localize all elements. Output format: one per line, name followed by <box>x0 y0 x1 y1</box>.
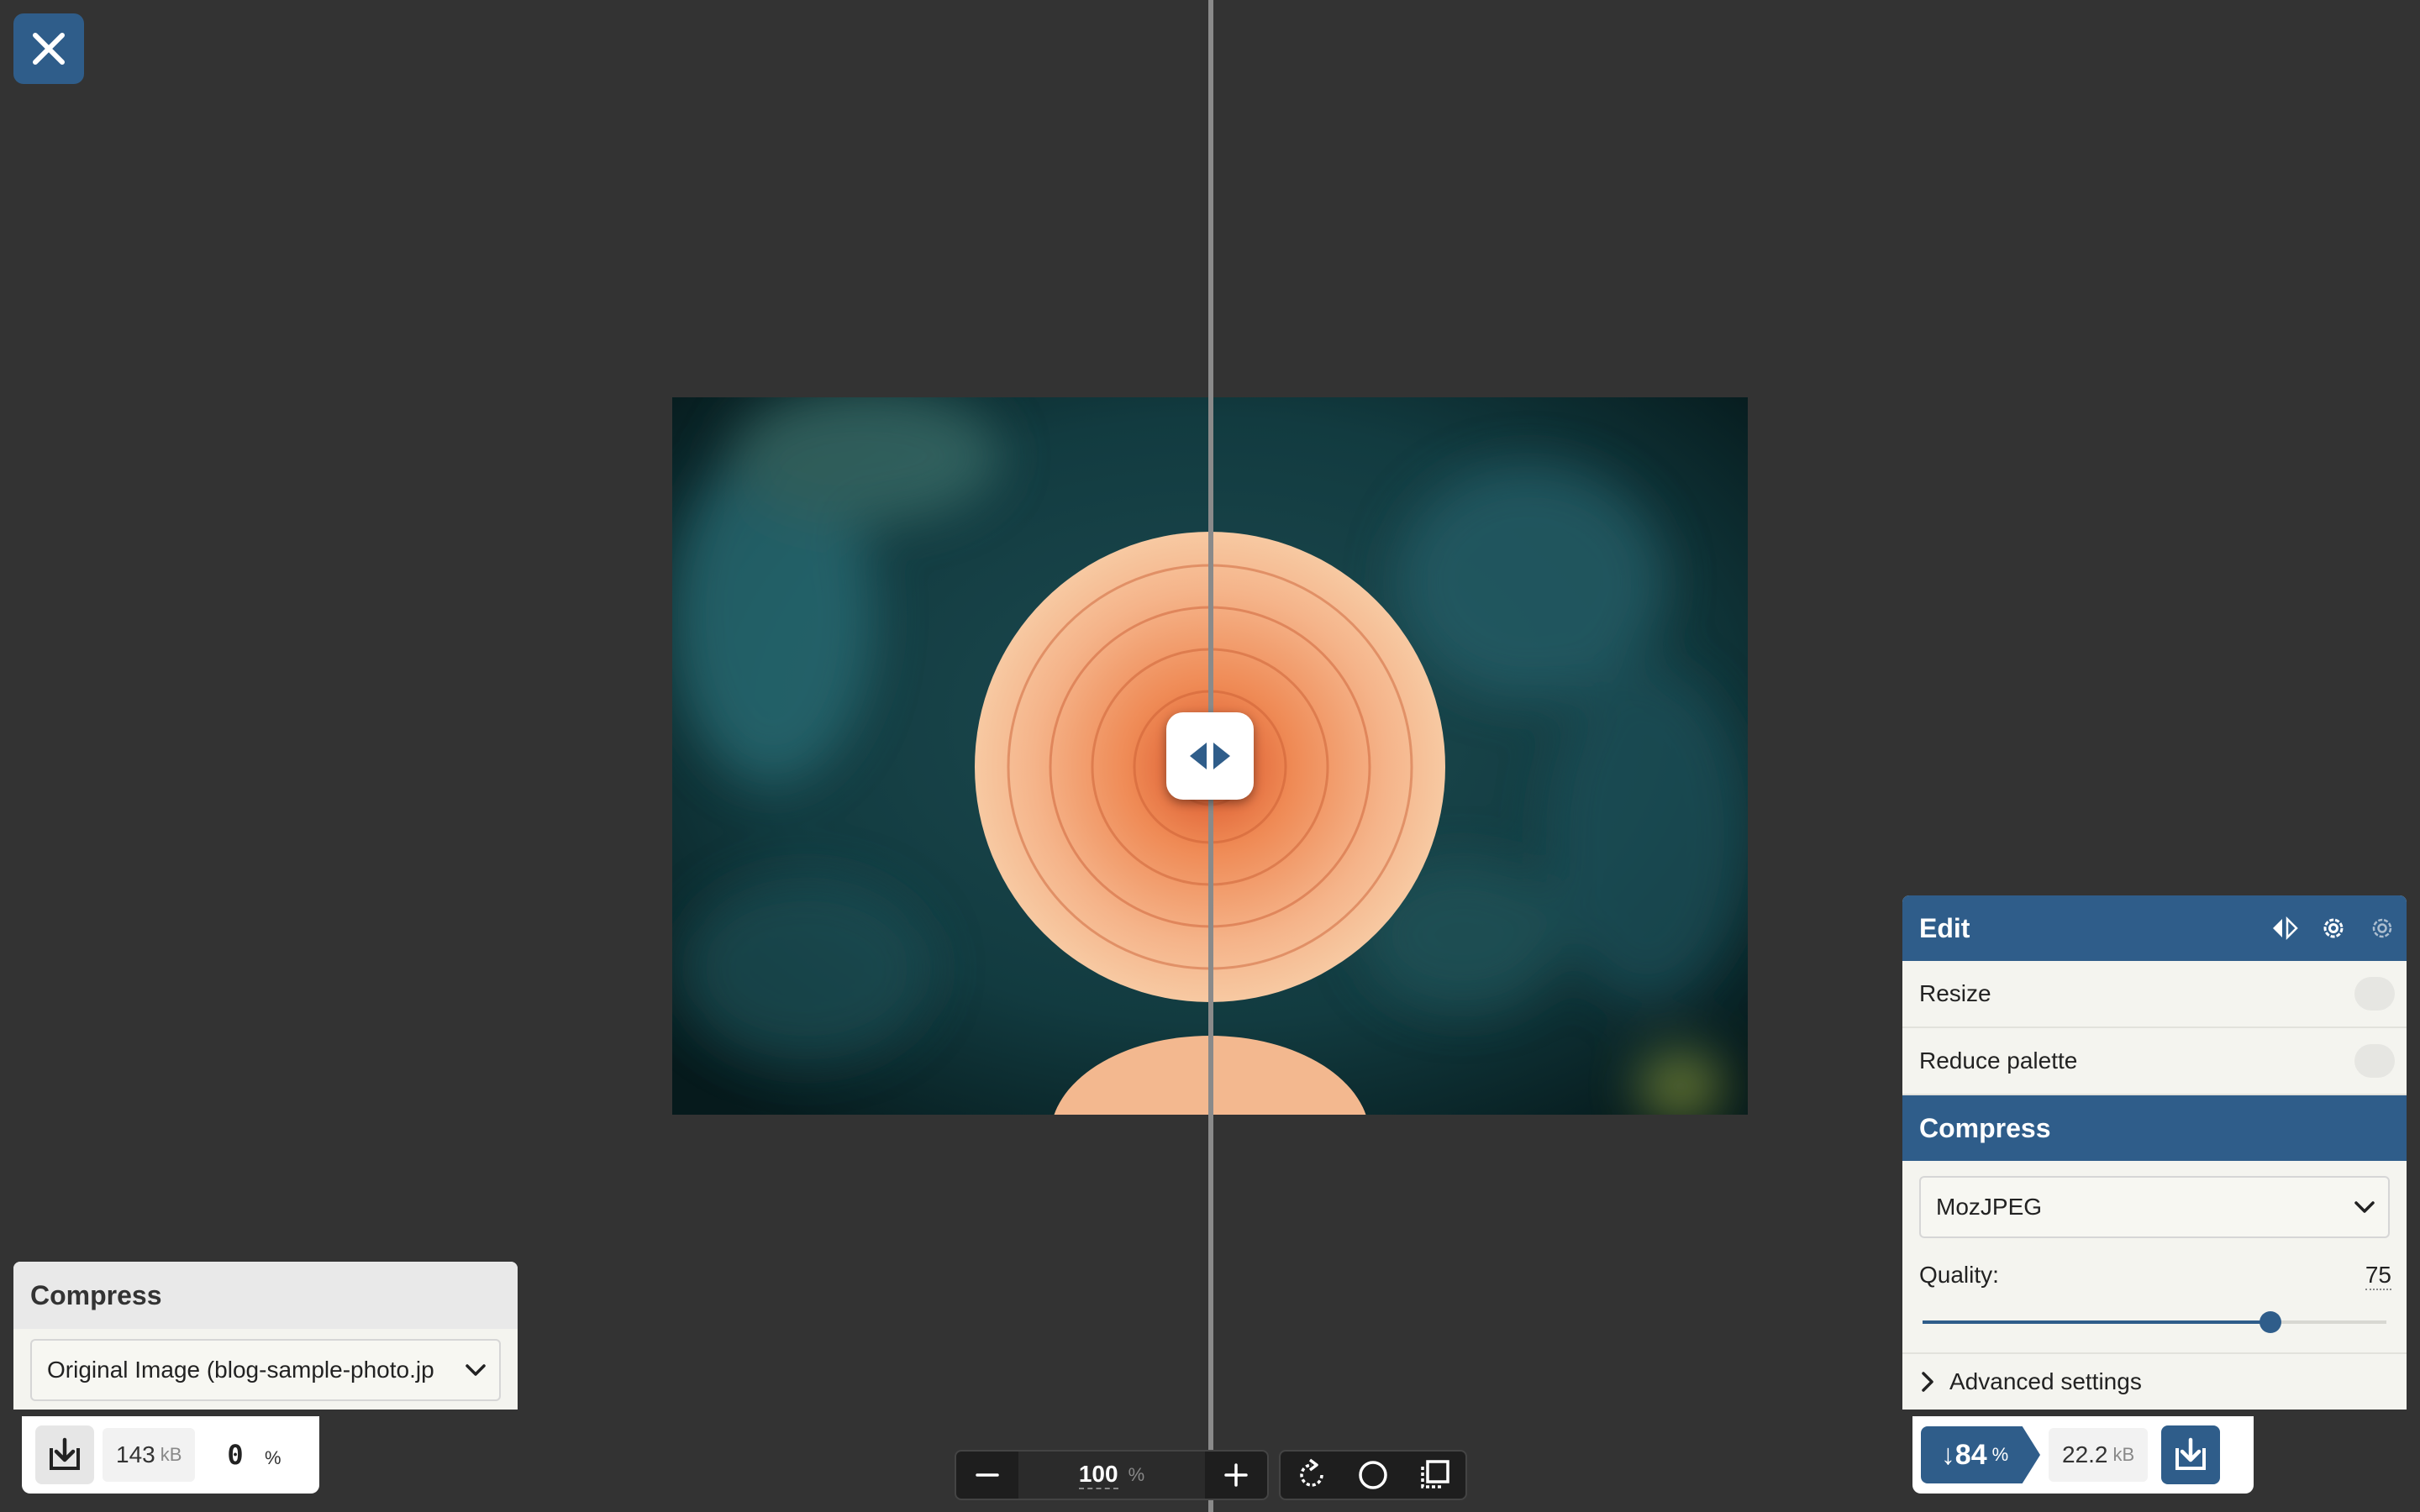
quality-slider-fill <box>1923 1320 2270 1324</box>
percent-unit: % <box>264 1447 281 1468</box>
close-icon <box>33 33 65 65</box>
gear-icon <box>2323 918 2344 938</box>
resize-toggle[interactable] <box>2354 977 2395 1011</box>
size-unit: kB <box>2112 1444 2135 1465</box>
crop-icon <box>1421 1460 1450 1488</box>
edit-header: Edit <box>1902 895 2407 961</box>
encoder-value: MozJPEG <box>1936 1194 2043 1220</box>
compressed-size: 22.2 kB <box>2049 1428 2149 1482</box>
edit-title: Edit <box>1919 912 1970 943</box>
resize-row[interactable]: Resize <box>1902 961 2407 1028</box>
zoom-controls: 100 % <box>955 1450 1269 1500</box>
background-toggle-button[interactable] <box>1348 1452 1398 1499</box>
original-size: 143 kB <box>103 1428 196 1482</box>
save-settings-button[interactable] <box>2309 915 2358 942</box>
zoom-level[interactable]: 100 % <box>1018 1452 1205 1499</box>
original-results: 143 kB 0 % <box>22 1416 319 1494</box>
rotate-button[interactable] <box>1286 1452 1337 1499</box>
quality-slider-thumb[interactable] <box>2260 1311 2281 1333</box>
zoom-out-button[interactable] <box>956 1452 1018 1499</box>
percent-value: 0 <box>227 1439 244 1471</box>
chevron-right-icon <box>1922 1372 1933 1392</box>
reduce-palette-label: Reduce palette <box>1919 1047 2078 1074</box>
copy-settings-button[interactable] <box>2260 916 2309 940</box>
select-value: Original Image (blog-sample-photo.jp <box>47 1357 434 1383</box>
encoder-select[interactable]: MozJPEG <box>1919 1176 2390 1238</box>
quality-value[interactable]: 75 <box>2365 1262 2391 1290</box>
import-settings-button[interactable] <box>2358 915 2407 942</box>
reduce-palette-toggle[interactable] <box>2354 1044 2395 1078</box>
size-value: 143 <box>116 1441 155 1467</box>
resize-label: Resize <box>1919 980 1991 1006</box>
download-compressed-button[interactable] <box>2161 1425 2221 1484</box>
compressed-options-panel: Edit Resize Reduce palette Compress MozJ… <box>1902 895 2407 1410</box>
savings-badge: ↓84 % <box>1921 1426 2040 1483</box>
advanced-settings-toggle[interactable]: Advanced settings <box>1902 1352 2407 1410</box>
chevron-down-icon <box>466 1364 486 1376</box>
chevron-down-icon <box>2354 1201 2375 1213</box>
quality-label: Quality: <box>1919 1262 1999 1288</box>
size-value: 22.2 <box>2062 1441 2108 1467</box>
compress-title: Compress <box>1919 1112 2051 1143</box>
zoom-unit: % <box>1128 1464 1145 1485</box>
original-percent: 0 % <box>227 1439 281 1471</box>
download-icon <box>2175 1437 2207 1470</box>
view-tools <box>1279 1450 1467 1500</box>
split-view-icon <box>2273 916 2298 940</box>
plus-icon <box>1224 1463 1248 1487</box>
compress-header: Compress <box>1902 1095 2407 1161</box>
comparison-handle[interactable] <box>1166 712 1254 800</box>
rotate-icon <box>1299 1458 1323 1487</box>
compressed-results: ↓84 % 22.2 kB <box>1912 1416 2254 1494</box>
crop-button[interactable] <box>1409 1452 1460 1499</box>
original-image-select[interactable]: Original Image (blog-sample-photo.jp <box>30 1339 501 1401</box>
minus-icon <box>976 1473 999 1477</box>
split-handle-icon <box>1190 743 1230 769</box>
savings-unit: % <box>1991 1444 2009 1465</box>
zoom-in-button[interactable] <box>1205 1452 1267 1499</box>
download-original-button[interactable] <box>35 1425 94 1484</box>
circle-icon <box>1359 1461 1387 1489</box>
close-button[interactable] <box>13 13 84 84</box>
original-options-panel: Compress Original Image (blog-sample-pho… <box>13 1262 518 1410</box>
savings-value: ↓84 <box>1940 1438 1987 1471</box>
panel-title: Compress <box>13 1262 518 1329</box>
quality-slider[interactable] <box>1923 1311 2386 1333</box>
zoom-value: 100 <box>1078 1461 1118 1489</box>
size-unit: kB <box>160 1444 182 1465</box>
quality-row: Quality: 75 <box>1919 1262 2391 1290</box>
gear-icon <box>2372 918 2392 938</box>
download-icon <box>50 1437 80 1470</box>
reduce-palette-row[interactable]: Reduce palette <box>1902 1028 2407 1095</box>
advanced-settings-label: Advanced settings <box>1949 1368 2142 1394</box>
